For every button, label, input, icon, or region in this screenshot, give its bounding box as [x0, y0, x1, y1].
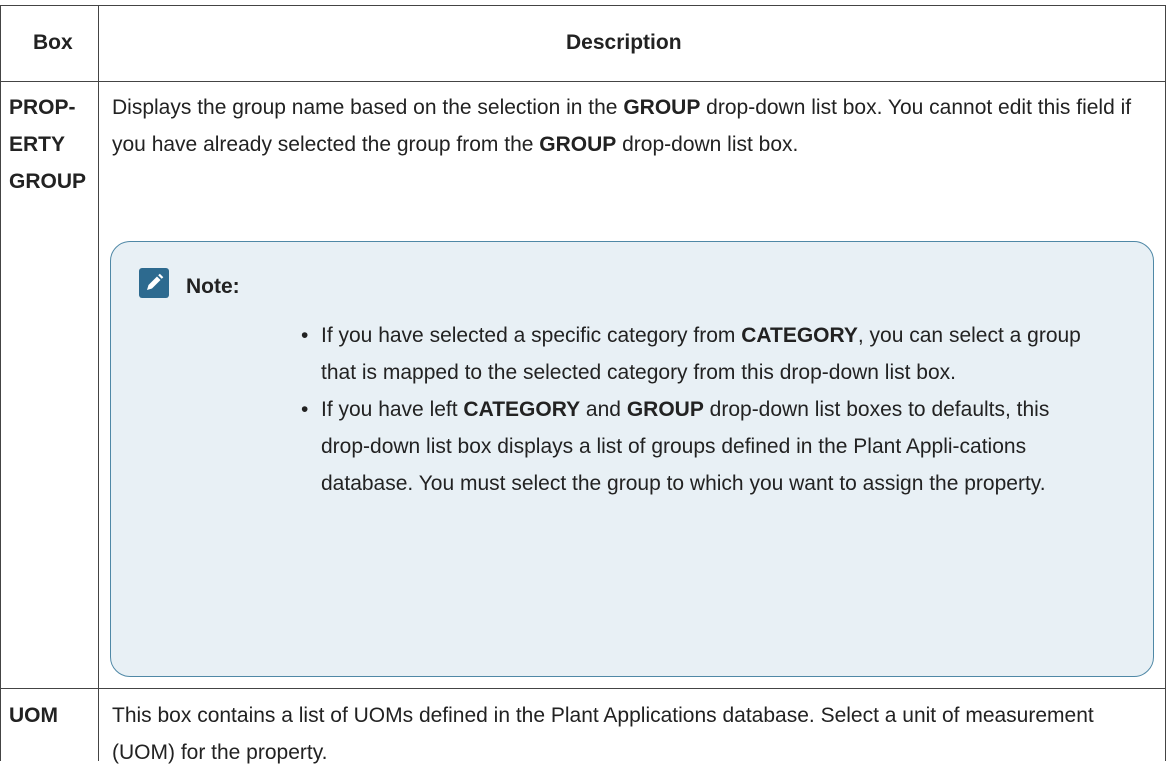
row-label-property-group: PROP- ERTY GROUP: [9, 96, 87, 193]
table-top-border: [0, 5, 1166, 6]
note-callout: Note: • If you have selected a specific …: [110, 241, 1154, 677]
note-title: Note:: [186, 275, 240, 298]
bullet-icon: •: [301, 324, 309, 347]
note-list-item: • If you have selected a specific catego…: [301, 317, 1081, 391]
header-description: Description: [566, 31, 682, 54]
pencil-edit-icon: [139, 268, 169, 298]
note-list: • If you have selected a specific catego…: [301, 317, 1081, 502]
header-row-divider: [0, 81, 1166, 82]
header-box: Box: [33, 31, 73, 54]
uom-row-divider: [0, 688, 1166, 689]
note-list-item: • If you have left CATEGORY and GROUP dr…: [301, 391, 1081, 502]
table-left-border: [0, 5, 1, 761]
row-description-property-group: Displays the group name based on the sel…: [112, 96, 1132, 156]
row-label-uom: UOM: [9, 704, 58, 727]
row-description-uom: This box contains a list of UOMs defined…: [112, 704, 1094, 764]
bullet-icon: •: [301, 398, 309, 421]
